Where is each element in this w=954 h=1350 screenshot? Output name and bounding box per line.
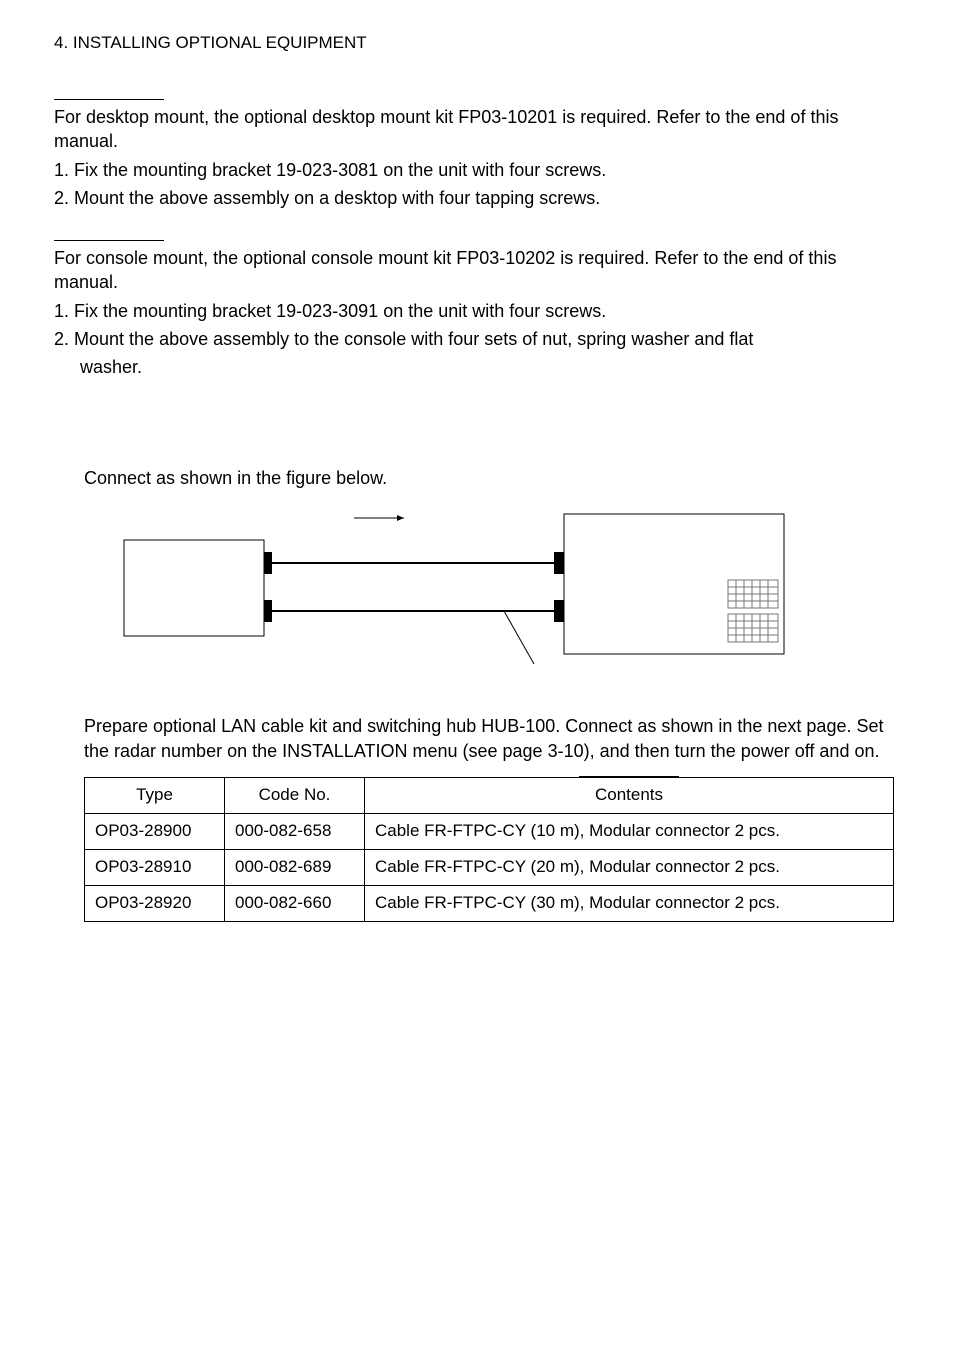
console-intro: For console mount, the optional console … [54, 246, 900, 295]
console-step-2a: 2. Mount the above assembly to the conso… [54, 327, 900, 351]
cell-type: OP03-28900 [85, 813, 225, 849]
cell-code: 000-082-660 [225, 885, 365, 921]
table-row: OP03-28900 000-082-658 Cable FR-FTPC-CY … [85, 813, 894, 849]
cell-contents: Cable FR-FTPC-CY (20 m), Modular connect… [365, 849, 894, 885]
connection-diagram [84, 504, 844, 674]
cell-contents: Cable FR-FTPC-CY (10 m), Modular connect… [365, 813, 894, 849]
desktop-mount-section: For desktop mount, the optional desktop … [54, 105, 900, 210]
section-rule-1 [54, 99, 164, 100]
cell-type: OP03-28910 [85, 849, 225, 885]
connect-text: Connect as shown in the figure below. [84, 466, 900, 490]
cell-code: 000-082-658 [225, 813, 365, 849]
th-contents-label: Contents [595, 785, 663, 804]
cell-type: OP03-28920 [85, 885, 225, 921]
console-step-1: 1. Fix the mounting bracket 19-023-3091 … [54, 299, 900, 323]
lan-kit-table-wrap: Type Code No. Contents OP03-28900 000-08… [84, 777, 900, 922]
table-row: OP03-28910 000-082-689 Cable FR-FTPC-CY … [85, 849, 894, 885]
th-type: Type [85, 777, 225, 813]
th-code: Code No. [225, 777, 365, 813]
console-step-2b: washer. [54, 355, 900, 379]
lan-kit-table: Type Code No. Contents OP03-28900 000-08… [84, 777, 894, 922]
desktop-intro: For desktop mount, the optional desktop … [54, 105, 900, 154]
desktop-step-2: 2. Mount the above assembly on a desktop… [54, 186, 900, 210]
table-header-row: Type Code No. Contents [85, 777, 894, 813]
table-row: OP03-28920 000-082-660 Cable FR-FTPC-CY … [85, 885, 894, 921]
caption-rule [579, 776, 679, 777]
lan-text: Prepare optional LAN cable kit and switc… [84, 714, 900, 763]
section-rule-2 [54, 240, 164, 241]
console-mount-section: For console mount, the optional console … [54, 246, 900, 379]
page-header: 4. INSTALLING OPTIONAL EQUIPMENT [54, 32, 900, 55]
desktop-step-1: 1. Fix the mounting bracket 19-023-3081 … [54, 158, 900, 182]
connect-figure-section: Connect as shown in the figure below. [84, 466, 900, 490]
cell-contents: Cable FR-FTPC-CY (30 m), Modular connect… [365, 885, 894, 921]
th-contents: Contents [365, 777, 894, 813]
lan-section: Prepare optional LAN cable kit and switc… [84, 714, 900, 763]
cell-code: 000-082-689 [225, 849, 365, 885]
